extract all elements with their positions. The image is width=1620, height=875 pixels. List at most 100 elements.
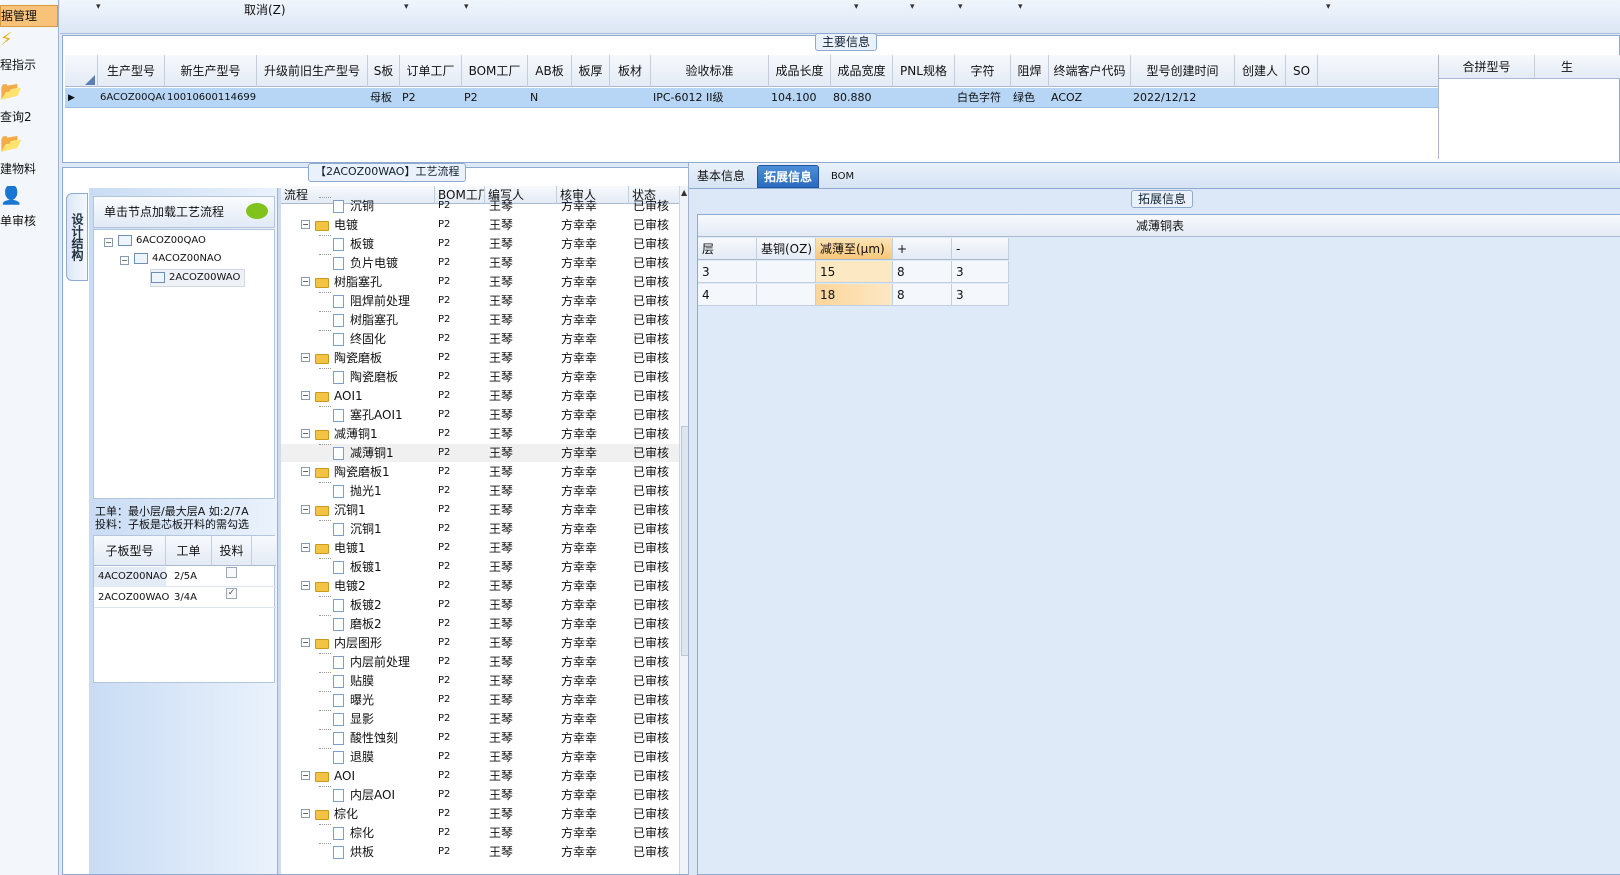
col-pnl[interactable]: PNL规格 xyxy=(893,55,955,87)
tab-design-structure[interactable]: 设计结构 xyxy=(66,193,88,281)
cell-layer[interactable]: 4 xyxy=(698,284,757,306)
table-row[interactable]: − 沉铜1 P2 王琴 方幸幸 已审核 xyxy=(281,501,679,519)
scroll-up-icon[interactable]: ▲ xyxy=(681,188,687,197)
table-row[interactable]: 沉铜1 P2 王琴 方幸幸 已审核 xyxy=(281,520,679,538)
collapse-icon[interactable]: − xyxy=(301,809,310,818)
collapse-icon[interactable]: − xyxy=(301,581,310,590)
chevron-down-icon[interactable]: ▾ xyxy=(910,2,915,12)
col-new-model[interactable]: 新生产型号 xyxy=(165,55,257,87)
cell-minus[interactable]: 3 xyxy=(952,284,1009,306)
chevron-down-icon[interactable]: ▾ xyxy=(464,2,469,12)
table-row[interactable]: − 电镀2 P2 王琴 方幸幸 已审核 xyxy=(281,577,679,595)
chevron-down-icon[interactable]: ▾ xyxy=(854,2,859,12)
table-row[interactable]: 2ACOZ00WAO 3/4A ✓ xyxy=(94,588,276,608)
tab-extended-info[interactable]: 拓展信息 xyxy=(757,165,820,188)
table-row[interactable]: 沉铜 P2 王琴 方幸幸 已审核 xyxy=(281,197,679,215)
col-minus[interactable]: - xyxy=(952,238,1009,260)
col-width[interactable]: 成品宽度 xyxy=(831,55,893,87)
table-row[interactable]: 树脂塞孔 P2 王琴 方幸幸 已审核 xyxy=(281,311,679,329)
collapse-icon[interactable]: − xyxy=(301,467,310,476)
cell-layer[interactable]: 3 xyxy=(698,261,757,283)
table-row[interactable]: 显影 P2 王琴 方幸幸 已审核 xyxy=(281,710,679,728)
cell-base-copper[interactable] xyxy=(757,284,816,306)
tab-basic-info[interactable]: 基本信息 xyxy=(691,165,751,188)
table-row[interactable]: − 棕化 P2 王琴 方幸幸 已审核 xyxy=(281,805,679,823)
tree-node-root[interactable]: 6ACOZ00QAO xyxy=(118,233,206,249)
table-row[interactable]: 磨板2 P2 王琴 方幸幸 已审核 xyxy=(281,615,679,633)
chevron-down-icon[interactable]: ▾ xyxy=(96,2,101,12)
table-row[interactable]: 板镀 P2 王琴 方幸幸 已审核 xyxy=(281,235,679,253)
table-row[interactable]: − 树脂塞孔 P2 王琴 方幸幸 已审核 xyxy=(281,273,679,291)
col-sub-order[interactable]: 工单 xyxy=(166,536,212,566)
collapse-icon[interactable]: − xyxy=(301,638,310,647)
table-row[interactable]: 板镀2 P2 王琴 方幸幸 已审核 xyxy=(281,596,679,614)
col-order-factory[interactable]: 订单工厂 xyxy=(400,55,462,87)
collapse-icon[interactable]: − xyxy=(301,277,310,286)
cell-thin-to[interactable]: 15 xyxy=(816,261,893,283)
col-thickness[interactable]: 板厚 xyxy=(572,55,610,87)
cell-thin-to[interactable]: 18 xyxy=(816,284,893,306)
feed-checkbox[interactable]: ✓ xyxy=(226,588,237,599)
col-solder[interactable]: 阻焊 xyxy=(1011,55,1049,87)
table-row[interactable]: 陶瓷磨板 P2 王琴 方幸幸 已审核 xyxy=(281,368,679,386)
table-row[interactable]: 终固化 P2 王琴 方幸幸 已审核 xyxy=(281,330,679,348)
col-bom-factory[interactable]: BOM工厂 xyxy=(462,55,528,87)
col-char[interactable]: 字符 xyxy=(955,55,1011,87)
table-row[interactable]: 贴膜 P2 王琴 方幸幸 已审核 xyxy=(281,672,679,690)
table-row[interactable]: 阻焊前处理 P2 王琴 方幸幸 已审核 xyxy=(281,292,679,310)
col-layer[interactable]: 层 xyxy=(698,238,757,260)
table-row[interactable]: 内层前处理 P2 王琴 方幸幸 已审核 xyxy=(281,653,679,671)
cancel-button[interactable]: 取消(Z) xyxy=(244,1,286,18)
table-row[interactable]: − 内层图形 P2 王琴 方幸幸 已审核 xyxy=(281,634,679,652)
col-ab-board[interactable]: AB板 xyxy=(528,55,572,87)
col-thin-to[interactable]: 减薄至(μm) xyxy=(816,238,893,260)
table-row[interactable]: 曝光 P2 王琴 方幸幸 已审核 xyxy=(281,691,679,709)
cell-plus[interactable]: 8 xyxy=(893,261,952,283)
nav-item-create-material[interactable]: 📂 建物料 xyxy=(0,134,58,178)
table-row[interactable]: 内层AOI P2 王琴 方幸幸 已审核 xyxy=(281,786,679,804)
col-old-model[interactable]: 升级前旧生产型号 xyxy=(257,55,368,87)
collapse-icon[interactable]: − xyxy=(301,771,310,780)
col-so[interactable]: SO xyxy=(1286,55,1318,87)
col-standard[interactable]: 验收标准 xyxy=(651,55,769,87)
nav-item-data-management[interactable]: 据管理 xyxy=(0,5,58,27)
table-row[interactable]: − 减薄铜1 P2 王琴 方幸幸 已审核 xyxy=(281,425,679,443)
table-row[interactable]: 抛光1 P2 王琴 方幸幸 已审核 xyxy=(281,482,679,500)
table-row[interactable]: 酸性蚀刻 P2 王琴 方幸幸 已审核 xyxy=(281,729,679,747)
collapse-icon[interactable]: − xyxy=(301,429,310,438)
col-base-copper[interactable]: 基铜(OZ) xyxy=(757,238,816,260)
tree-node-selected[interactable]: 2ACOZ00WAO xyxy=(150,269,246,287)
tab-bom[interactable]: BOM xyxy=(825,165,860,188)
cell-plus[interactable]: 8 xyxy=(893,284,952,306)
table-row[interactable]: 减薄铜1 P2 王琴 方幸幸 已审核 xyxy=(281,444,679,463)
col-length[interactable]: 成品长度 xyxy=(769,55,831,87)
feed-checkbox[interactable] xyxy=(226,567,237,578)
collapse-icon[interactable]: − xyxy=(301,353,310,362)
collapse-icon[interactable]: − xyxy=(301,505,310,514)
chevron-down-icon[interactable]: ▾ xyxy=(1326,2,1331,12)
col-creator[interactable]: 创建人 xyxy=(1235,55,1286,87)
table-row[interactable]: 烘板 P2 王琴 方幸幸 已审核 xyxy=(281,843,679,861)
table-row[interactable]: − 电镀1 P2 王琴 方幸幸 已审核 xyxy=(281,539,679,557)
col-merge-2[interactable]: 生 xyxy=(1535,55,1620,79)
chevron-down-icon[interactable]: ▾ xyxy=(1018,2,1023,12)
collapse-icon[interactable]: − xyxy=(104,238,113,247)
col-plus[interactable]: + xyxy=(893,238,952,260)
table-row[interactable]: 棕化 P2 王琴 方幸幸 已审核 xyxy=(281,824,679,842)
cell-base-copper[interactable] xyxy=(757,261,816,283)
col-merge-model[interactable]: 合拼型号 xyxy=(1439,55,1535,79)
table-row[interactable]: − AOI1 P2 王琴 方幸幸 已审核 xyxy=(281,387,679,405)
table-row[interactable]: − 陶瓷磨板1 P2 王琴 方幸幸 已审核 xyxy=(281,463,679,481)
col-customer[interactable]: 终端客户代码 xyxy=(1049,55,1131,87)
chevron-down-icon[interactable]: ▾ xyxy=(404,2,409,12)
nav-item-review[interactable]: 👤 单审核 xyxy=(0,186,58,230)
table-row[interactable]: 退膜 P2 王琴 方幸幸 已审核 xyxy=(281,748,679,766)
col-s-board[interactable]: S板 xyxy=(368,55,400,87)
cell-minus[interactable]: 3 xyxy=(952,261,1009,283)
chevron-down-icon[interactable]: ▾ xyxy=(958,2,963,12)
col-prod-model[interactable]: 生产型号 xyxy=(98,55,165,87)
collapse-icon[interactable]: − xyxy=(301,220,310,229)
col-sub-feed[interactable]: 投料 xyxy=(212,536,252,566)
collapse-icon[interactable]: − xyxy=(301,391,310,400)
col-created[interactable]: 型号创建时间 xyxy=(1131,55,1235,87)
